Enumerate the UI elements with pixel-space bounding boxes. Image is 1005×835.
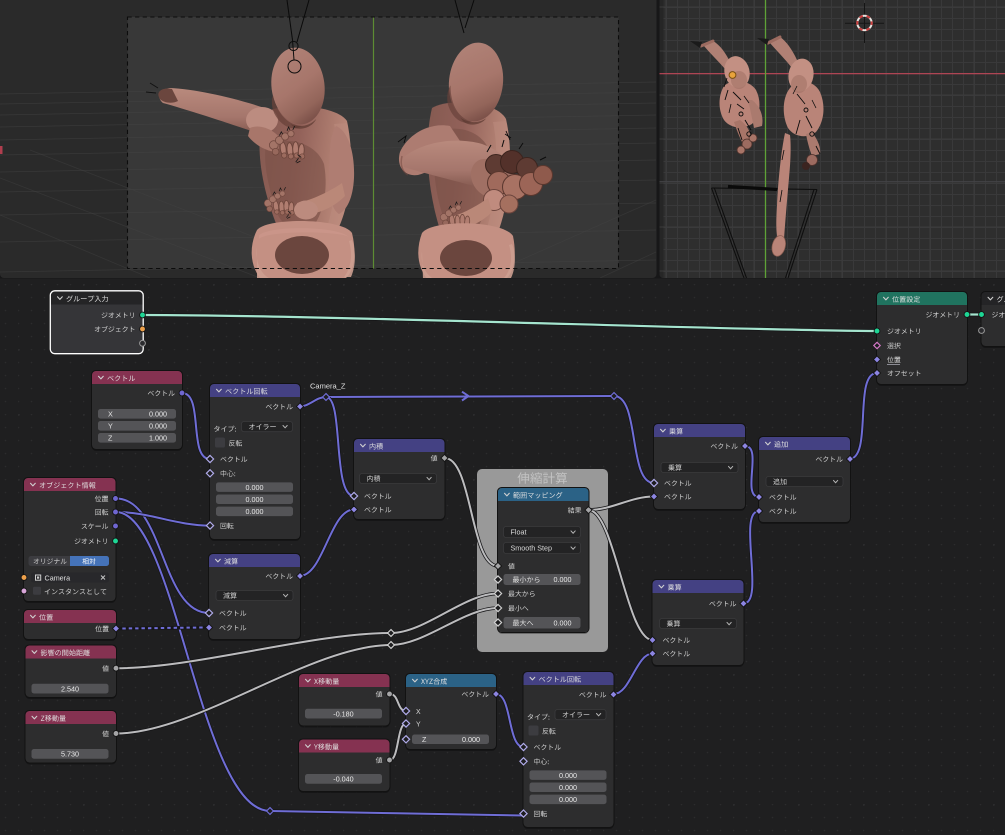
svg-text:-0.040: -0.040 bbox=[333, 775, 353, 784]
svg-text:0.000: 0.000 bbox=[559, 795, 577, 804]
svg-text:Camera_Z: Camera_Z bbox=[310, 382, 346, 391]
svg-text:0.000: 0.000 bbox=[559, 783, 577, 792]
svg-text:0.000: 0.000 bbox=[149, 422, 167, 431]
svg-text:X: X bbox=[108, 410, 113, 419]
svg-text:0.000: 0.000 bbox=[462, 735, 480, 744]
svg-text:Camera: Camera bbox=[45, 573, 71, 582]
svg-text:0.000: 0.000 bbox=[246, 483, 264, 492]
svg-text:Y: Y bbox=[108, 422, 113, 431]
svg-text:0.000: 0.000 bbox=[246, 507, 264, 516]
svg-text:X: X bbox=[416, 709, 421, 716]
svg-text:-0.180: -0.180 bbox=[333, 709, 353, 718]
svg-text:Y: Y bbox=[416, 721, 421, 728]
svg-text:Z: Z bbox=[422, 735, 427, 744]
svg-text:0.000: 0.000 bbox=[246, 495, 264, 504]
svg-text:2.540: 2.540 bbox=[61, 684, 79, 693]
svg-text:5.730: 5.730 bbox=[61, 750, 79, 759]
svg-text:1.000: 1.000 bbox=[149, 434, 167, 443]
svg-text:0.000: 0.000 bbox=[554, 575, 572, 584]
svg-text:0.000: 0.000 bbox=[149, 410, 167, 419]
svg-text:0.000: 0.000 bbox=[559, 771, 577, 780]
svg-text:Smooth Step: Smooth Step bbox=[511, 544, 553, 553]
svg-text:0.000: 0.000 bbox=[554, 619, 572, 628]
svg-text:Z: Z bbox=[108, 434, 113, 443]
svg-text:Float: Float bbox=[511, 528, 527, 537]
